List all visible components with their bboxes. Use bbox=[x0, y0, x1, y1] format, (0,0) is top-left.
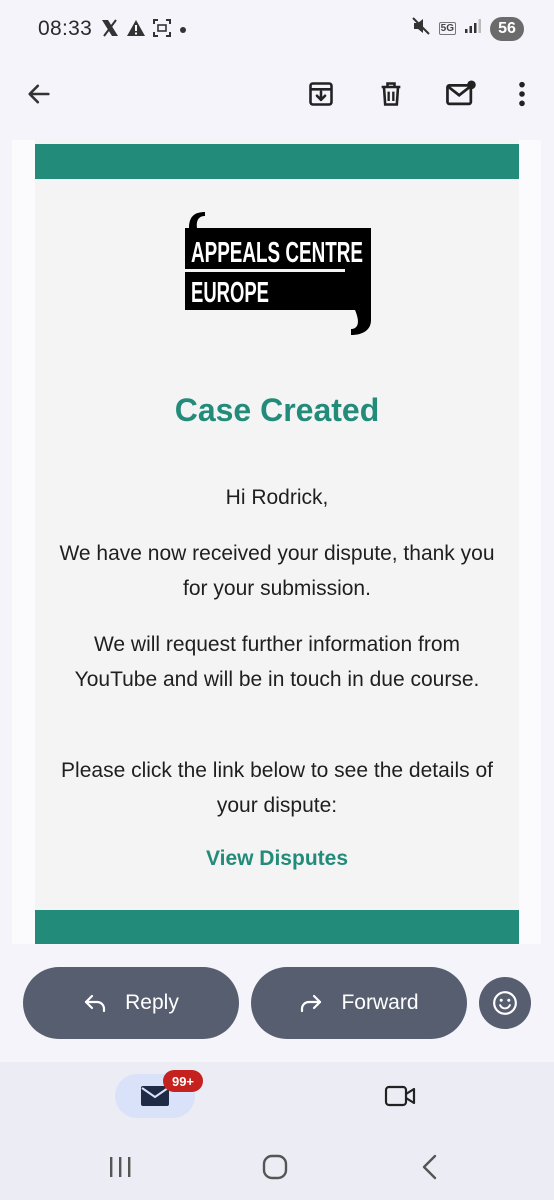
logo-line1: APPEALS CENTRE bbox=[191, 237, 363, 269]
email-title: Case Created bbox=[174, 392, 380, 428]
emoji-reaction-button[interactable] bbox=[479, 977, 531, 1029]
signal-icon bbox=[464, 18, 482, 39]
video-camera-icon bbox=[384, 1085, 416, 1107]
accent-bar-bottom bbox=[35, 910, 519, 944]
email-body: APPEALS CENTRE EUROPE Case Created Hi Ro… bbox=[12, 140, 541, 944]
tab-meet[interactable] bbox=[378, 1076, 422, 1116]
status-bar: 08:33 5G 56 bbox=[0, 0, 554, 60]
chevron-left-icon bbox=[422, 1154, 437, 1180]
mark-unread-button[interactable] bbox=[439, 72, 483, 116]
system-back-button[interactable] bbox=[410, 1150, 450, 1184]
email-paragraph-2: We will request further information from… bbox=[74, 633, 480, 691]
trash-icon bbox=[381, 82, 401, 106]
reply-button[interactable]: Reply bbox=[23, 967, 239, 1039]
unread-count-badge: 99+ bbox=[163, 1070, 203, 1092]
recents-button[interactable] bbox=[100, 1150, 140, 1184]
email-paragraph-3: Please click the link below to see the d… bbox=[61, 759, 493, 817]
recents-icon bbox=[110, 1157, 131, 1177]
smiley-icon bbox=[493, 991, 517, 1015]
forward-icon bbox=[301, 994, 322, 1013]
dot-icon bbox=[178, 22, 188, 40]
more-options-button[interactable] bbox=[500, 72, 544, 116]
view-disputes-link[interactable]: View Disputes bbox=[35, 847, 519, 871]
battery-indicator: 56 bbox=[490, 16, 524, 41]
forward-button[interactable]: Forward bbox=[251, 967, 467, 1039]
reply-icon bbox=[85, 994, 106, 1013]
x-logo-icon bbox=[100, 19, 120, 42]
app-bar bbox=[0, 60, 554, 128]
appeals-centre-logo: APPEALS CENTRE EUROPE bbox=[183, 210, 373, 336]
reply-label: Reply bbox=[125, 991, 179, 1014]
logo-line2: EUROPE bbox=[191, 277, 269, 309]
email-content: APPEALS CENTRE EUROPE Case Created Hi Ro… bbox=[35, 140, 519, 944]
mute-icon bbox=[411, 16, 431, 41]
more-vert-icon bbox=[519, 81, 525, 107]
system-navigation bbox=[0, 1134, 554, 1200]
network-type: 5G bbox=[438, 22, 456, 35]
accent-bar-top bbox=[35, 144, 519, 179]
archive-icon bbox=[309, 82, 333, 106]
archive-button[interactable] bbox=[299, 72, 343, 116]
warning-icon bbox=[126, 19, 146, 42]
home-button[interactable] bbox=[255, 1150, 295, 1184]
home-icon bbox=[262, 1154, 288, 1180]
back-button[interactable] bbox=[17, 72, 61, 116]
arrow-left-icon bbox=[28, 84, 50, 104]
delete-button[interactable] bbox=[369, 72, 413, 116]
status-notification-icons bbox=[100, 18, 188, 43]
status-system-icons: 5G 56 bbox=[411, 16, 524, 41]
mark-unread-icon bbox=[446, 80, 476, 106]
forward-label: Forward bbox=[341, 991, 419, 1014]
status-time: 08:33 bbox=[38, 17, 93, 40]
email-paragraph-1: We have now received your dispute, thank… bbox=[59, 542, 495, 600]
bottom-navigation: 99+ bbox=[0, 1062, 554, 1134]
screenshot-icon bbox=[152, 18, 172, 43]
email-greeting: Hi Rodrick, bbox=[225, 486, 329, 509]
